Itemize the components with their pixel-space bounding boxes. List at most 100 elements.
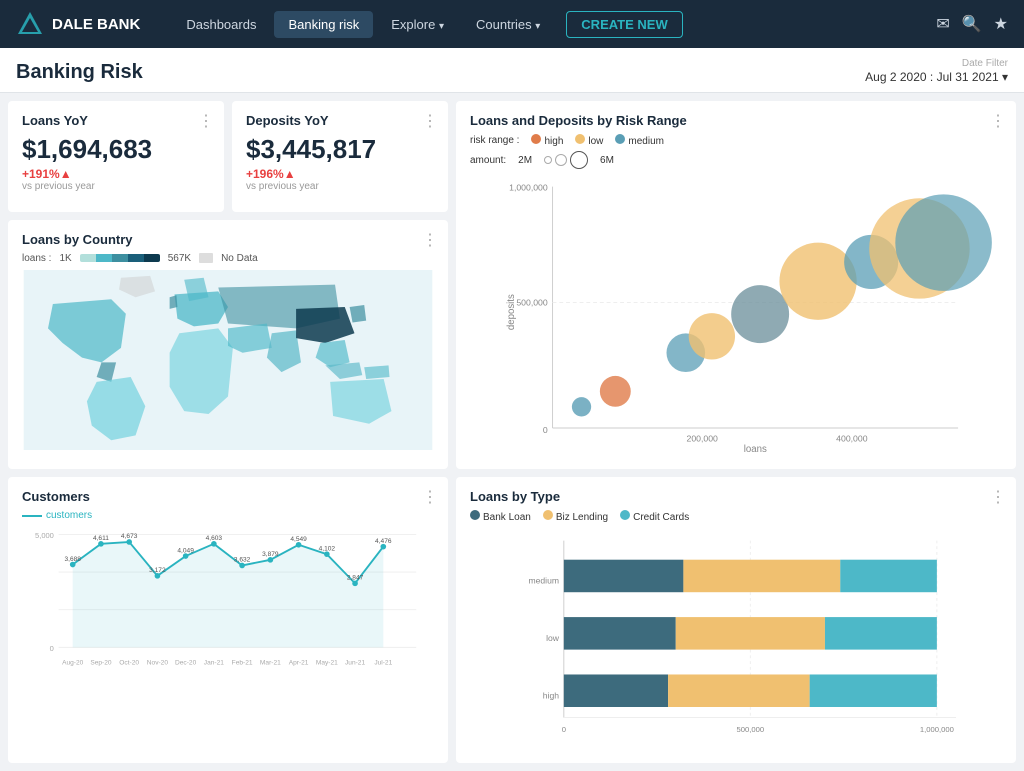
customers-line-legend	[22, 515, 42, 517]
scatter-amount-legend: amount: 2M 6M	[470, 151, 1002, 169]
world-map-svg	[22, 270, 434, 450]
kpi-loans-change: +191%▲	[22, 167, 210, 181]
customers-legend: customers	[22, 510, 434, 521]
svg-text:400,000: 400,000	[836, 434, 868, 444]
svg-text:3,172: 3,172	[149, 567, 166, 574]
svg-text:5,000: 5,000	[35, 531, 54, 540]
bar-chart-svg: 0 500,000 1,000,000 medium low high	[470, 531, 1002, 751]
explore-chevron: ▾	[439, 21, 444, 32]
page-header: Banking Risk Date Filter Aug 2 2020 : Ju…	[0, 48, 1024, 93]
amount-large	[570, 151, 588, 169]
bar-legend: Bank Loan Biz Lending Credit Cards	[470, 510, 1002, 523]
loans-by-country-card: Loans by Country ⋮ loans : 1K 567K No Da…	[8, 220, 448, 470]
dashboard-body: Loans YoY ⋮ $1,694,683 +191%▲ vs previou…	[0, 93, 1024, 771]
svg-text:Aug-20: Aug-20	[62, 659, 84, 666]
scatter-title: Loans and Deposits by Risk Range	[470, 113, 1002, 128]
date-filter-chevron: ▾	[1002, 70, 1008, 84]
svg-text:May-21: May-21	[316, 659, 338, 666]
svg-text:high: high	[543, 690, 559, 700]
svg-text:Jan-21: Jan-21	[204, 659, 224, 666]
create-new-button[interactable]: CREATE NEW	[566, 11, 682, 38]
map-legend-bar	[80, 254, 160, 262]
svg-text:Dec-20: Dec-20	[175, 659, 197, 666]
svg-text:medium: medium	[528, 576, 559, 586]
nav-dashboards[interactable]: Dashboards	[172, 11, 270, 38]
countries-chevron: ▾	[535, 21, 540, 32]
loans-by-type-menu[interactable]: ⋮	[990, 487, 1006, 507]
date-filter-value: Aug 2 2020 : Jul 31 2021 ▾	[865, 70, 1008, 84]
svg-text:Sep-20: Sep-20	[90, 659, 112, 666]
loans-by-type-card: Loans by Type ⋮ Bank Loan Biz Lending Cr…	[456, 477, 1016, 763]
date-filter[interactable]: Date Filter Aug 2 2020 : Jul 31 2021 ▾	[865, 58, 1008, 84]
svg-text:Apr-21: Apr-21	[289, 659, 309, 666]
svg-text:4,476: 4,476	[375, 538, 392, 545]
svg-text:0: 0	[562, 725, 566, 734]
medium-dot	[615, 134, 625, 144]
nav-countries[interactable]: Countries ▾	[462, 11, 554, 38]
svg-text:0: 0	[50, 644, 54, 653]
scatter-svg: 0 500,000 1,000,000 200,000 400,000 loan…	[470, 177, 1002, 457]
nav-explore[interactable]: Explore ▾	[377, 11, 458, 38]
amount-med	[555, 154, 567, 166]
svg-text:low: low	[546, 633, 560, 643]
nav-icons: ✉ 🔍 ★	[936, 14, 1008, 34]
scatter-card: Loans and Deposits by Risk Range ⋮ risk …	[456, 101, 1016, 469]
biz-lending-dot	[543, 510, 553, 520]
svg-text:deposits: deposits	[506, 294, 517, 330]
svg-text:Jun-21: Jun-21	[345, 659, 365, 666]
svg-text:500,000: 500,000	[737, 725, 765, 734]
svg-text:3,688: 3,688	[64, 556, 81, 563]
svg-text:3,879: 3,879	[262, 551, 279, 558]
kpi-loans: Loans YoY ⋮ $1,694,683 +191%▲ vs previou…	[8, 101, 224, 212]
kpi-deposits-change: +196%▲	[246, 167, 434, 181]
high-dot	[531, 134, 541, 144]
customers-card: Customers ⋮ customers 5,000 0	[8, 477, 448, 763]
kpi-deposits: Deposits YoY ⋮ $3,445,817 +196%▲ vs prev…	[232, 101, 448, 212]
line-chart-svg: 5,000 0	[22, 525, 434, 685]
svg-text:2,847: 2,847	[347, 575, 364, 582]
page-title: Banking Risk	[16, 61, 143, 84]
star-icon[interactable]: ★	[994, 14, 1008, 34]
map-legend: loans : 1K 567K No Data	[22, 253, 434, 264]
svg-text:1,000,000: 1,000,000	[509, 183, 548, 193]
customers-title: Customers	[22, 489, 434, 504]
bank-loan-dot	[470, 510, 480, 520]
kpi-deposits-menu[interactable]: ⋮	[422, 111, 438, 131]
line-chart-area: 5,000 0	[22, 525, 434, 685]
loans-by-type-title: Loans by Type	[470, 489, 1002, 504]
search-icon[interactable]: 🔍	[962, 14, 982, 34]
svg-text:4,673: 4,673	[121, 533, 138, 540]
kpi-loans-menu[interactable]: ⋮	[198, 111, 214, 131]
kpi-loans-title: Loans YoY	[22, 113, 210, 128]
credit-cards-dot	[620, 510, 630, 520]
kpi-deposits-value: $3,445,817	[246, 134, 434, 165]
loans-by-country-title: Loans by Country	[22, 232, 434, 247]
nav-banking-risk[interactable]: Banking risk	[274, 11, 373, 38]
low-dot	[575, 134, 585, 144]
amount-small	[544, 156, 552, 164]
scatter-menu[interactable]: ⋮	[990, 111, 1006, 131]
svg-text:1,000,000: 1,000,000	[920, 725, 954, 734]
brand[interactable]: DALE BANK	[16, 10, 140, 38]
kpi-loans-value: $1,694,683	[22, 134, 210, 165]
svg-text:Oct-20: Oct-20	[119, 659, 139, 666]
svg-text:200,000: 200,000	[687, 434, 719, 444]
kpi-deposits-sub: vs previous year	[246, 181, 434, 192]
bar-chart-area: 0 500,000 1,000,000 medium low high	[470, 531, 1002, 751]
kpi-row: Loans YoY ⋮ $1,694,683 +191%▲ vs previou…	[8, 101, 448, 212]
svg-text:Feb-21: Feb-21	[232, 659, 253, 666]
mail-icon[interactable]: ✉	[936, 14, 949, 34]
svg-text:loans: loans	[744, 444, 767, 455]
scatter-area: 0 500,000 1,000,000 200,000 400,000 loan…	[470, 177, 1002, 457]
svg-text:Nov-20: Nov-20	[147, 659, 169, 666]
nav-links: Dashboards Banking risk Explore ▾ Countr…	[172, 11, 924, 38]
kpi-deposits-title: Deposits YoY	[246, 113, 434, 128]
svg-text:4,603: 4,603	[206, 535, 223, 542]
customers-menu[interactable]: ⋮	[422, 487, 438, 507]
svg-text:500,000: 500,000	[516, 297, 548, 307]
loans-by-country-menu[interactable]: ⋮	[422, 230, 438, 250]
svg-text:4,049: 4,049	[177, 547, 194, 554]
scatter-legend: risk range : high low medium	[470, 134, 1002, 147]
navbar: DALE BANK Dashboards Banking risk Explor…	[0, 0, 1024, 48]
no-data-box	[199, 253, 213, 263]
